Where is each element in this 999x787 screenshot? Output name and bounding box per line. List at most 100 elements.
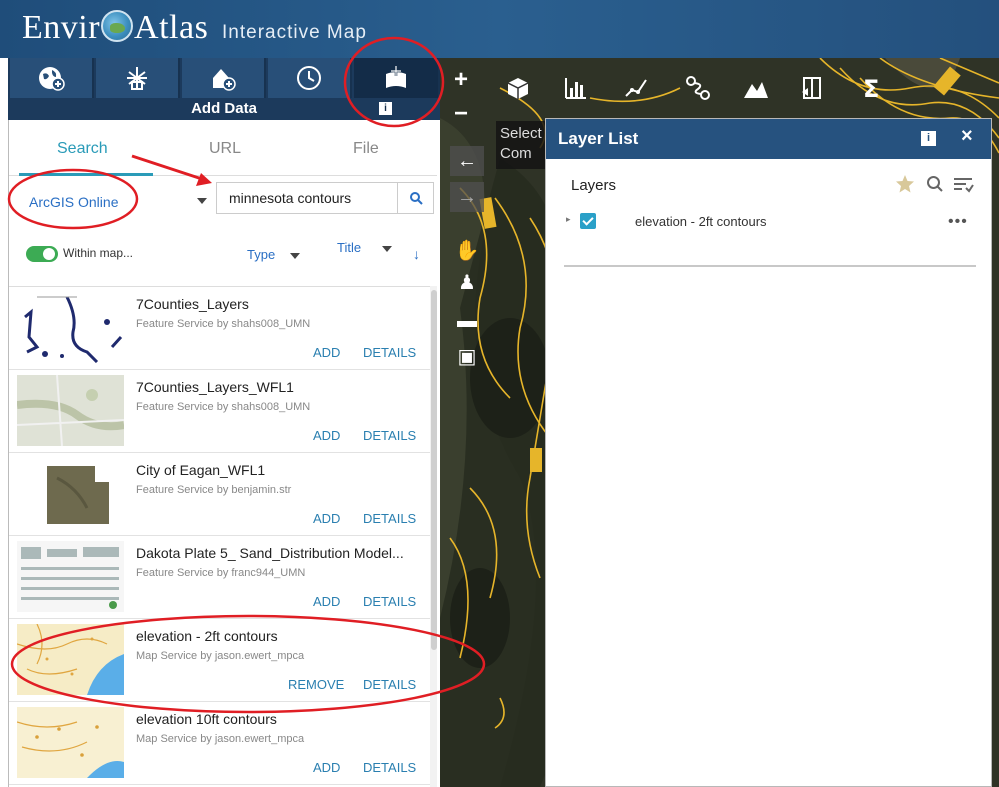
result-item: City of Eagan_WFL1 Feature Service by be…	[9, 453, 430, 536]
logo-text-suffix: Atlas	[134, 9, 209, 46]
search-results: 7Counties_Layers Feature Service by shah…	[9, 286, 430, 785]
close-button[interactable]: ×	[961, 125, 973, 148]
tool-chart-tree[interactable]	[96, 58, 180, 98]
add-button[interactable]: ADD	[313, 760, 340, 775]
search-button[interactable]	[397, 183, 433, 213]
map-tool-route[interactable]	[678, 68, 718, 108]
chevron-down-icon	[290, 253, 300, 259]
details-button[interactable]: DETAILS	[363, 345, 416, 360]
search-input[interactable]	[217, 183, 397, 213]
nav-forward-button[interactable]: →	[450, 182, 484, 212]
tool-globe-add[interactable]	[10, 58, 94, 98]
details-button[interactable]: DETAILS	[363, 594, 416, 609]
map-tool-elevation-profile[interactable]	[736, 68, 776, 108]
result-title: City of Eagan_WFL1	[136, 462, 266, 478]
search-icon[interactable]	[926, 175, 944, 193]
add-data-panel: Search URL File ArcGIS Online Within map…	[8, 120, 437, 787]
map-tool-bar-chart[interactable]	[556, 68, 596, 108]
tab-url[interactable]: URL	[209, 140, 241, 158]
result-title: elevation - 2ft contours	[136, 628, 278, 644]
active-widget-label: Add Data	[191, 100, 257, 117]
widget-toolbar: Add Data i	[8, 58, 440, 120]
result-title: Dakota Plate 5_ Sand_Distribution Model.…	[136, 545, 404, 561]
result-item: 7Counties_Layers Feature Service by shah…	[9, 287, 430, 370]
add-button[interactable]: ADD	[313, 511, 340, 526]
add-button[interactable]: ADD	[313, 428, 340, 443]
nav-usa-button[interactable]: ▣	[450, 342, 484, 372]
layers-heading: Layers	[571, 177, 617, 194]
result-thumbnail	[17, 292, 124, 363]
layer-list-titlebar: Layer List i ×	[546, 119, 991, 159]
expand-caret-icon[interactable]: ▸	[566, 214, 571, 225]
app-subtitle: Interactive Map	[222, 22, 367, 43]
app-header: Envir Atlas Interactive Map	[0, 0, 999, 58]
result-thumbnail	[17, 375, 124, 446]
star-icon[interactable]	[894, 173, 916, 195]
forward-arrow-icon: →	[457, 186, 477, 208]
layer-name: elevation - 2ft contours	[635, 214, 767, 229]
result-title: 7Counties_Layers	[136, 296, 249, 312]
map-tool-cube[interactable]	[498, 68, 538, 108]
layer-visibility-checkbox[interactable]	[580, 213, 596, 229]
result-subtitle: Feature Service by franc944_UMN	[136, 567, 306, 579]
tool-add-data[interactable]	[354, 58, 440, 98]
result-item: elevation 10ft contours Map Service by j…	[9, 702, 430, 785]
tool-house-add[interactable]	[182, 58, 266, 98]
clock-icon	[297, 66, 321, 90]
nav-minus-button[interactable]: ▬	[450, 306, 484, 336]
scrollbar-thumb[interactable]	[431, 290, 437, 650]
details-button[interactable]: DETAILS	[363, 428, 416, 443]
source-dropdown-value: ArcGIS Online	[29, 194, 119, 210]
app-logo: Envir Atlas	[22, 8, 208, 48]
result-item: Dakota Plate 5_ Sand_Distribution Model.…	[9, 536, 430, 619]
svg-text:Σ: Σ	[863, 75, 879, 102]
divider	[564, 265, 976, 267]
nav-person-button[interactable]: ♟	[450, 268, 484, 298]
nav-hand-button[interactable]: ✋	[450, 236, 484, 266]
result-subtitle: Map Service by jason.ewert_mpca	[136, 733, 305, 745]
sigma-icon: Σ	[863, 75, 879, 102]
details-button[interactable]: DETAILS	[363, 677, 416, 692]
result-thumbnail	[17, 624, 124, 695]
nav-back-button[interactable]: ←	[450, 146, 484, 176]
info-icon[interactable]: i	[921, 131, 936, 146]
remove-button[interactable]: REMOVE	[288, 677, 344, 692]
zoom-out-button[interactable]: −	[454, 100, 468, 128]
within-map-toggle[interactable]	[26, 246, 58, 262]
results-scrollbar[interactable]	[430, 286, 437, 787]
type-filter[interactable]: Type	[247, 247, 275, 262]
add-button[interactable]: ADD	[313, 594, 340, 609]
search-box	[216, 182, 434, 214]
map-tool-sigma[interactable]: Σ	[852, 68, 892, 108]
bar-chart-icon	[565, 78, 586, 99]
details-button[interactable]: DETAILS	[363, 511, 416, 526]
minus-icon: ▬	[457, 310, 477, 332]
filter-list-icon[interactable]	[952, 175, 974, 195]
search-icon	[409, 192, 423, 205]
details-button[interactable]: DETAILS	[363, 760, 416, 775]
result-thumbnail	[17, 541, 124, 612]
within-map-label: Within map...	[63, 246, 134, 260]
person-pin-icon: ♟	[458, 272, 476, 294]
tool-clock[interactable]	[268, 58, 352, 98]
tab-file[interactable]: File	[353, 140, 379, 158]
tab-search[interactable]: Search	[57, 140, 108, 158]
sort-by-title[interactable]: Title	[337, 240, 361, 255]
sort-direction-icon[interactable]: ↓	[413, 246, 420, 262]
add-button[interactable]: ADD	[313, 345, 340, 360]
layer-menu-button[interactable]: •••	[948, 213, 968, 231]
select-tooltip: Select Com	[496, 121, 546, 169]
map-tool-swipe[interactable]	[792, 68, 832, 108]
layer-tools	[894, 173, 979, 197]
add-data-tabs: Search URL File	[9, 120, 437, 176]
zoom-in-button[interactable]: +	[454, 66, 468, 94]
source-dropdown[interactable]: ArcGIS Online	[21, 188, 207, 218]
globe-logo-icon	[101, 10, 134, 42]
result-item: elevation - 2ft contours Map Service by …	[9, 619, 430, 702]
map-tool-draw[interactable]	[616, 68, 656, 108]
house-add-icon	[213, 69, 236, 91]
layer-row: ▸ elevation - 2ft contours •••	[564, 211, 974, 239]
widget-info-icon[interactable]: i	[379, 102, 392, 115]
layer-list-window: Layer List i × Layers ▸ elevation - 2ft …	[545, 118, 992, 787]
layer-swipe-icon	[802, 77, 821, 99]
